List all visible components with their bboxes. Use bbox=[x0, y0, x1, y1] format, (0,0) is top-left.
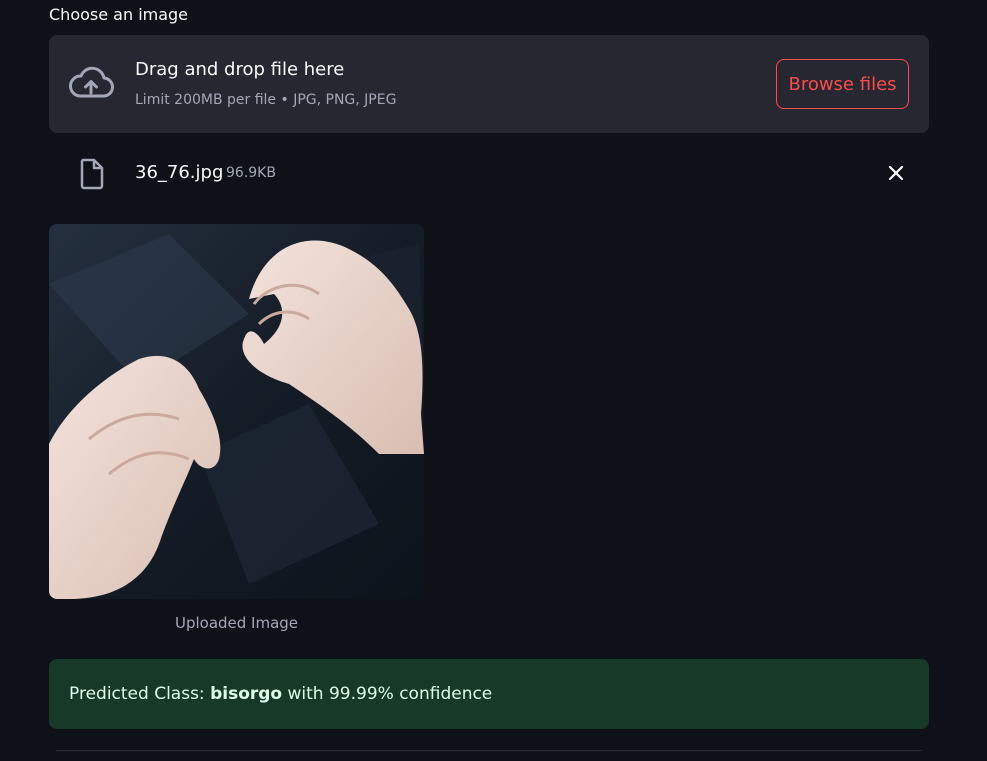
file-name: 36_76.jpg bbox=[135, 162, 224, 183]
cloud-upload-icon bbox=[69, 66, 114, 98]
file-icon bbox=[80, 158, 104, 190]
close-icon[interactable] bbox=[887, 164, 905, 182]
file-dropzone[interactable]: Drag and drop file here Limit 200MB per … bbox=[49, 35, 929, 133]
uploaded-file-row: 36_76.jpg 96.9KB bbox=[49, 150, 929, 196]
hands-photo bbox=[49, 224, 424, 599]
prediction-prefix: Predicted Class: bbox=[69, 684, 211, 704]
divider bbox=[56, 750, 922, 751]
page: Choose an image Drag and drop file here … bbox=[0, 0, 987, 761]
dropzone-title: Drag and drop file here bbox=[135, 59, 345, 80]
prediction-suffix: with 99.99% confidence bbox=[282, 684, 493, 704]
prediction-class: bisorgo bbox=[210, 684, 283, 704]
prediction-alert: Predicted Class: bisorgo with 99.99% con… bbox=[49, 659, 929, 729]
dropzone-subtitle: Limit 200MB per file • JPG, PNG, JPEG bbox=[135, 92, 397, 108]
browse-files-button[interactable]: Browse files bbox=[776, 59, 909, 109]
uploader-label: Choose an image bbox=[49, 5, 189, 24]
image-caption: Uploaded Image bbox=[174, 614, 299, 632]
file-size: 96.9KB bbox=[226, 165, 276, 181]
uploaded-image bbox=[49, 224, 424, 599]
